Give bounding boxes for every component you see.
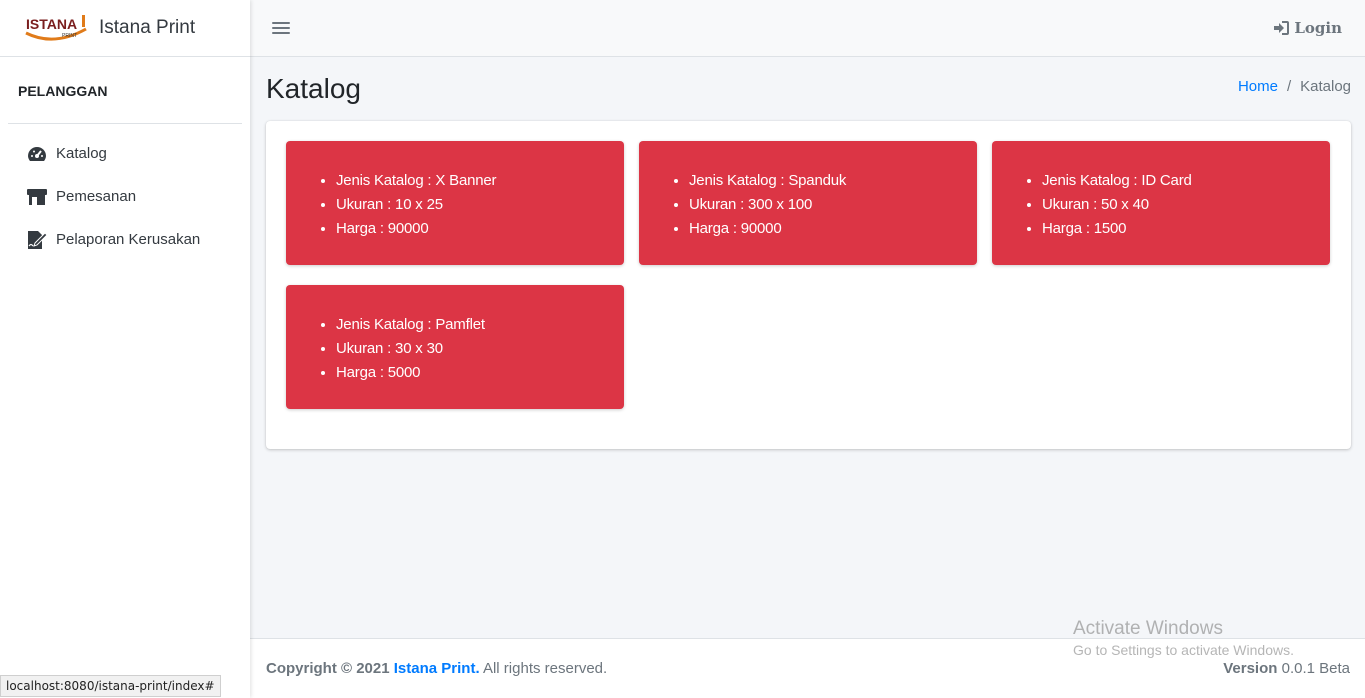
breadcrumb: Home / Katalog bbox=[1238, 78, 1351, 95]
katalog-jenis: Jenis Katalog : Pamflet bbox=[336, 313, 485, 337]
katalog-jenis: Jenis Katalog : X Banner bbox=[336, 169, 497, 193]
sidebar-item-katalog[interactable]: Katalog bbox=[0, 132, 250, 175]
rights-text: All rights reserved. bbox=[482, 660, 608, 677]
svg-text:PRINT: PRINT bbox=[62, 33, 77, 39]
version-info: Version 0.0.1 Beta bbox=[1223, 660, 1350, 677]
katalog-jenis: Jenis Katalog : Spanduk bbox=[689, 169, 846, 193]
sidebar-item-label: Pemesanan bbox=[56, 188, 137, 205]
brand-link[interactable]: ISTANA PRINT Istana Print bbox=[0, 0, 250, 57]
top-navbar: Login bbox=[250, 0, 1365, 57]
katalog-harga: Harga : 5000 bbox=[336, 361, 485, 385]
file-signature-icon bbox=[26, 229, 48, 251]
katalog-harga: Harga : 90000 bbox=[336, 217, 496, 241]
katalog-ukuran: Ukuran : 300 x 100 bbox=[689, 193, 846, 217]
sidebar-item-pemesanan[interactable]: Pemesanan bbox=[0, 175, 250, 218]
content-header: Katalog Home / Katalog bbox=[266, 70, 1351, 110]
copyright-text: Copyright © 2021 Istana Print. All right… bbox=[266, 660, 607, 677]
watermark-title: Activate Windows bbox=[1073, 618, 1223, 639]
footer: Copyright © 2021 Istana Print. All right… bbox=[250, 638, 1365, 698]
katalog-item: Jenis Katalog : X Banner Ukuran : 10 x 2… bbox=[286, 141, 624, 265]
login-label: Login bbox=[1294, 19, 1342, 37]
breadcrumb-home[interactable]: Home bbox=[1238, 78, 1278, 95]
browser-status-url: localhost:8080/istana-print/index# bbox=[0, 675, 221, 697]
login-link[interactable]: Login bbox=[1273, 19, 1342, 37]
menu-toggle-icon[interactable] bbox=[272, 17, 290, 39]
katalog-item: Jenis Katalog : ID Card Ukuran : 50 x 40… bbox=[992, 141, 1330, 265]
katalog-ukuran: Ukuran : 50 x 40 bbox=[1042, 193, 1192, 217]
sidebar-item-pelaporan-kerusakan[interactable]: Pelaporan Kerusakan bbox=[0, 218, 250, 261]
version-label: Version bbox=[1223, 660, 1278, 677]
katalog-ukuran: Ukuran : 30 x 30 bbox=[336, 337, 485, 361]
brand-name: Istana Print bbox=[99, 17, 196, 38]
version-value: 0.0.1 Beta bbox=[1281, 660, 1350, 677]
katalog-harga: Harga : 90000 bbox=[689, 217, 846, 241]
katalog-item: Jenis Katalog : Spanduk Ukuran : 300 x 1… bbox=[639, 141, 977, 265]
sign-in-icon bbox=[1274, 21, 1290, 35]
katalog-jenis: Jenis Katalog : ID Card bbox=[1042, 169, 1192, 193]
katalog-harga: Harga : 1500 bbox=[1042, 217, 1192, 241]
sidebar: ISTANA PRINT Istana Print PELANGGAN Kata… bbox=[0, 0, 250, 698]
copyright-prefix: Copyright © 2021 bbox=[266, 660, 390, 677]
katalog-ukuran: Ukuran : 10 x 25 bbox=[336, 193, 496, 217]
sidebar-item-label: Pelaporan Kerusakan bbox=[56, 231, 201, 248]
breadcrumb-current: Katalog bbox=[1300, 78, 1351, 95]
page-title: Katalog bbox=[266, 73, 361, 104]
sidebar-nav: Katalog Pemesanan Pelaporan Kerusakan bbox=[0, 124, 250, 261]
svg-text:ISTANA: ISTANA bbox=[26, 16, 77, 32]
breadcrumb-separator: / bbox=[1286, 78, 1292, 95]
sidebar-section-header: PELANGGAN bbox=[18, 83, 108, 99]
tachometer-icon bbox=[26, 143, 48, 165]
sidebar-item-label: Katalog bbox=[56, 145, 107, 162]
footer-brand-link[interactable]: Istana Print. bbox=[394, 660, 480, 677]
katalog-item: Jenis Katalog : Pamflet Ukuran : 30 x 30… bbox=[286, 285, 624, 409]
store-icon bbox=[26, 186, 48, 208]
katalog-card: Jenis Katalog : X Banner Ukuran : 10 x 2… bbox=[266, 121, 1351, 449]
brand-logo: ISTANA PRINT bbox=[24, 13, 88, 43]
